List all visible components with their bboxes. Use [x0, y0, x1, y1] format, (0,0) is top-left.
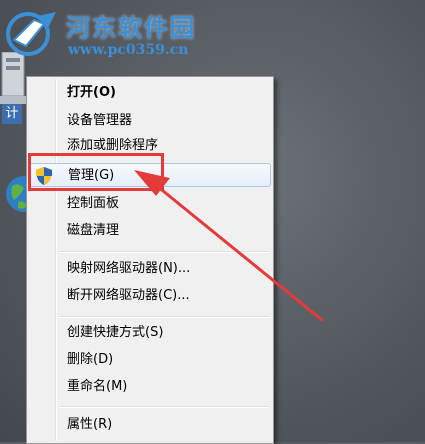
menu-item-control-panel[interactable]: 控制面板: [29, 192, 271, 216]
watermark-url: www.pc0359.cn: [68, 42, 189, 58]
menu-item-label: 断开网络驱动器(C)...: [67, 288, 190, 303]
menu-item-label: 创建快捷方式(S): [67, 325, 164, 340]
menu-item-label: 映射网络驱动器(N)...: [67, 261, 191, 276]
menu-item-label: 控制面板: [67, 196, 120, 211]
menu-separator: [59, 316, 269, 318]
menu-item-rename[interactable]: 重命名(M): [29, 375, 271, 399]
menu-item-device-manager[interactable]: 设备管理器: [29, 109, 271, 133]
menu-item-open[interactable]: 打开(O): [29, 81, 271, 105]
desktop-icon-label[interactable]: 计: [2, 104, 22, 124]
menu-item-label: 磁盘清理: [67, 223, 120, 238]
menu-item-label: 属性(R): [67, 417, 113, 432]
context-menu: 打开(O) 设备管理器 添加或删除程序 管理(G) 控制面板 磁盘清理 映射网络…: [26, 76, 274, 444]
menu-item-disk-cleanup[interactable]: 磁盘清理: [29, 219, 271, 243]
menu-separator: [59, 251, 269, 253]
watermark-logo-icon: [6, 12, 56, 56]
watermark-title: 河东软件园: [66, 13, 196, 42]
menu-item-label: 删除(D): [67, 352, 114, 367]
menu-item-properties[interactable]: 属性(R): [29, 413, 271, 437]
menu-item-delete[interactable]: 删除(D): [29, 348, 271, 372]
menu-separator: [59, 406, 269, 408]
menu-item-create-shortcut[interactable]: 创建快捷方式(S): [29, 321, 271, 345]
menu-item-disconnect-network-drive[interactable]: 断开网络驱动器(C)...: [29, 284, 271, 308]
menu-item-label: 打开(O): [67, 85, 116, 100]
watermark: 河东软件园 www.pc0359.cn: [4, 4, 264, 64]
menu-item-label: 设备管理器: [67, 113, 133, 128]
annotation-highlight-box: [28, 153, 164, 191]
menu-item-map-network-drive[interactable]: 映射网络驱动器(N)...: [29, 257, 271, 281]
menu-item-label: 重命名(M): [67, 379, 128, 394]
